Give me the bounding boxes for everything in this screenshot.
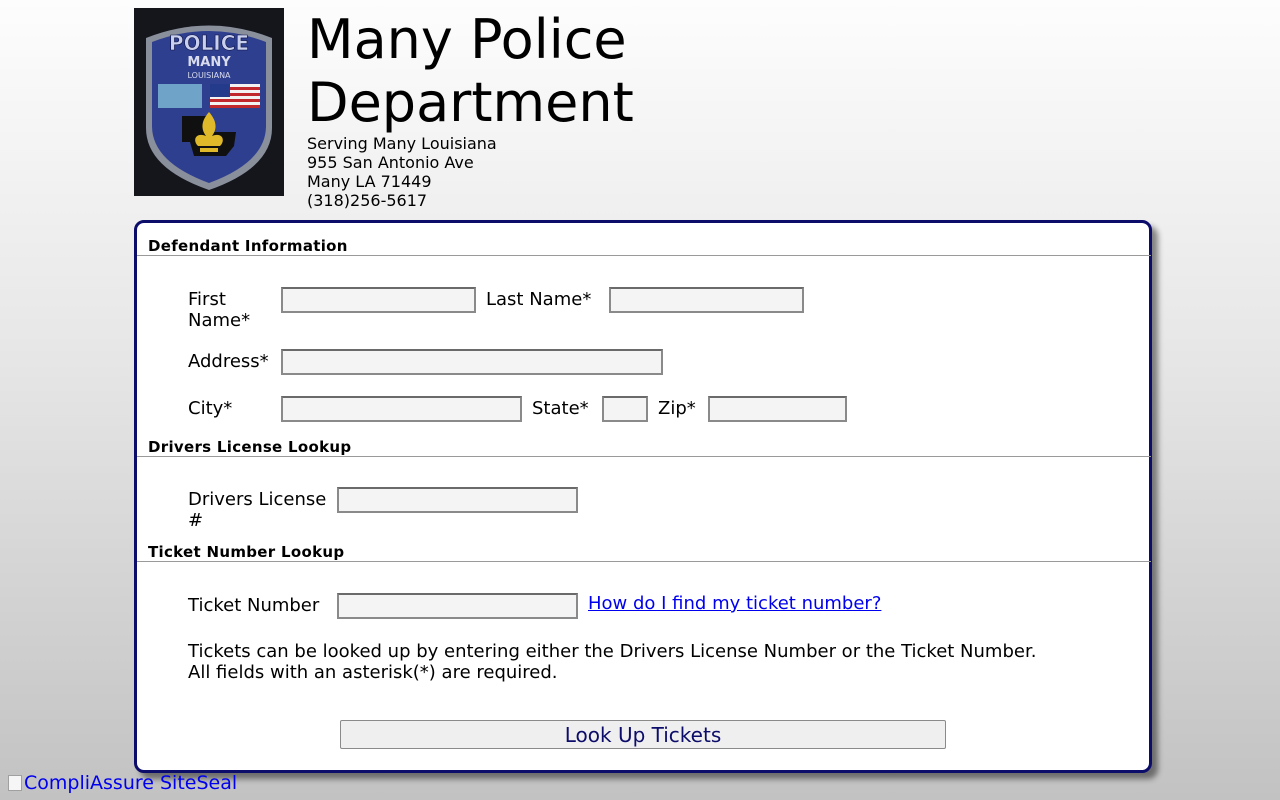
- badge-text-police: POLICE: [169, 31, 249, 55]
- department-contact: Serving Many Louisiana 955 San Antonio A…: [307, 134, 497, 210]
- ticket-lookup-form: Defendant Information First Name* Last N…: [134, 220, 1152, 773]
- badge-text-state: LOUISIANA: [187, 71, 231, 80]
- city-input[interactable]: [281, 396, 522, 422]
- first-name-input[interactable]: [281, 287, 476, 313]
- ticket-number-help-link[interactable]: How do I find my ticket number?: [588, 593, 881, 614]
- siteseal-alt-text: CompliAssure SiteSeal: [24, 772, 238, 794]
- ticket-number-input[interactable]: [337, 593, 578, 619]
- zip-input[interactable]: [708, 396, 847, 422]
- state-label: State*: [532, 398, 589, 419]
- section-divider: [137, 561, 1151, 562]
- badge-text-city: MANY: [187, 55, 231, 70]
- department-title: Many Police Department: [307, 8, 634, 134]
- instructions-line-1: Tickets can be looked up by entering eit…: [188, 641, 1037, 662]
- section-divider: [137, 255, 1151, 256]
- last-name-label: Last Name*: [486, 289, 592, 310]
- first-name-label: First Name*: [188, 289, 251, 331]
- police-badge-logo: POLICE MANY LOUISIANA: [134, 8, 284, 196]
- zip-label: Zip*: [658, 398, 696, 419]
- department-address: 955 San Antonio Ave: [307, 153, 474, 172]
- broken-image-icon: [8, 775, 22, 791]
- section-title-license: Drivers License Lookup: [148, 438, 352, 456]
- lookup-instructions: Tickets can be looked up by entering eit…: [188, 641, 1138, 683]
- department-city-line: Many LA 71449: [307, 172, 432, 191]
- address-label: Address*: [188, 351, 269, 372]
- state-input[interactable]: [602, 396, 648, 422]
- address-input[interactable]: [281, 349, 663, 375]
- instructions-line-2: All fields with an asterisk(*) are requi…: [188, 662, 558, 683]
- section-divider: [137, 456, 1151, 457]
- section-title-ticket: Ticket Number Lookup: [148, 543, 345, 561]
- ticket-number-label: Ticket Number: [188, 595, 320, 616]
- department-tagline: Serving Many Louisiana: [307, 134, 497, 153]
- compliassure-siteseal-link[interactable]: CompliAssure SiteSeal: [8, 772, 237, 794]
- look-up-tickets-button[interactable]: Look Up Tickets: [340, 720, 946, 749]
- city-label: City*: [188, 398, 233, 419]
- department-phone: (318)256-5617: [307, 191, 428, 210]
- drivers-license-label: Drivers License #: [188, 489, 327, 531]
- section-title-defendant: Defendant Information: [148, 237, 348, 255]
- last-name-input[interactable]: [609, 287, 804, 313]
- drivers-license-input[interactable]: [337, 487, 578, 513]
